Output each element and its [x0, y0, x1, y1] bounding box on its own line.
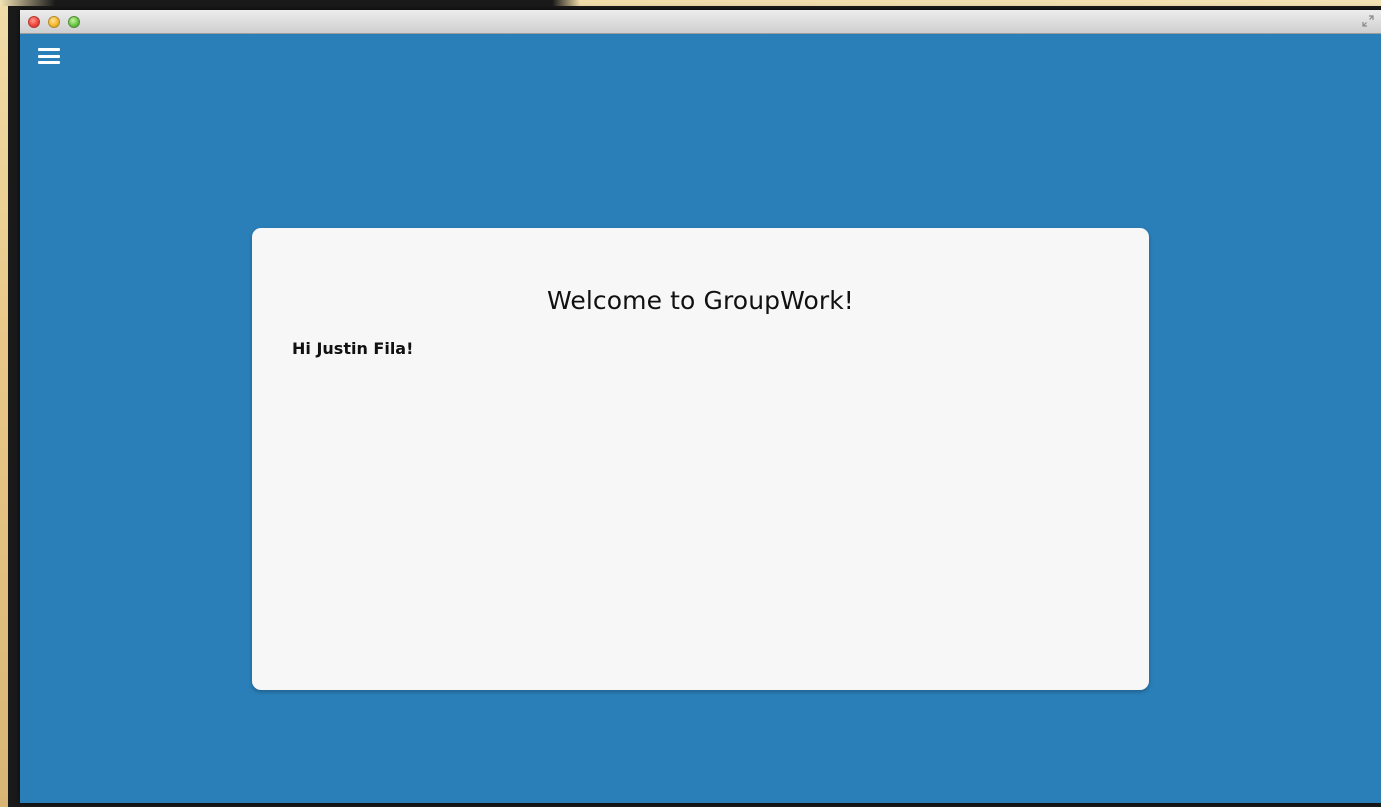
menu-bar-bottom: [38, 61, 60, 64]
zoom-icon[interactable]: [68, 16, 80, 28]
menu-bar-top: [38, 48, 60, 51]
menu-bar-middle: [38, 54, 60, 58]
hamburger-menu-icon[interactable]: [38, 48, 60, 66]
window-titlebar[interactable]: [20, 10, 1381, 34]
desktop-background: [0, 0, 8, 807]
minimize-icon[interactable]: [48, 16, 60, 28]
app-window: Welcome to GroupWork! Hi Justin Fila!: [20, 10, 1381, 803]
welcome-title: Welcome to GroupWork!: [547, 286, 854, 315]
close-icon[interactable]: [28, 16, 40, 28]
desktop-background-top: [0, 0, 1381, 6]
user-greeting: Hi Justin Fila!: [292, 339, 414, 358]
fullscreen-icon[interactable]: [1361, 15, 1375, 29]
welcome-card: Welcome to GroupWork! Hi Justin Fila!: [252, 228, 1149, 690]
fullscreen-arrows-icon: [1362, 15, 1374, 27]
